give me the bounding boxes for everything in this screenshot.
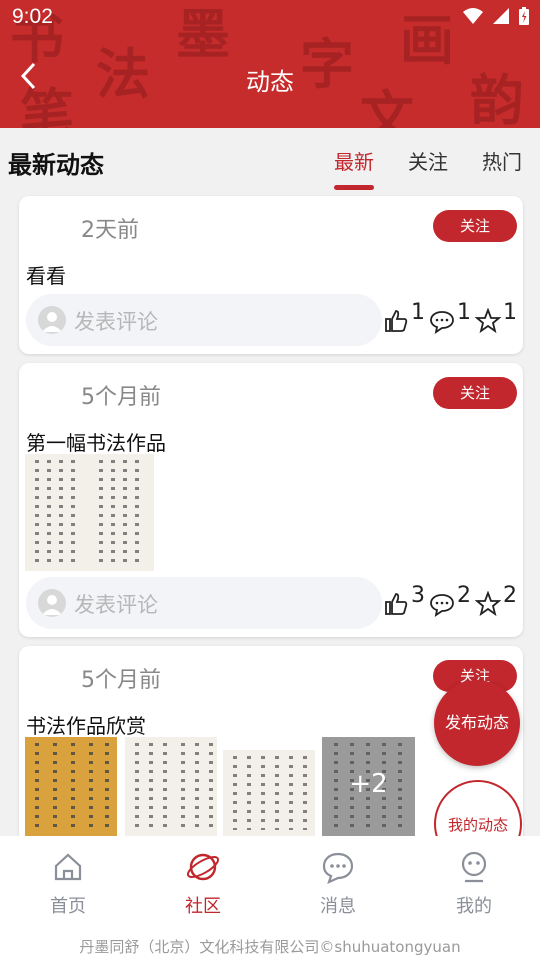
thumbs-up-icon bbox=[385, 593, 408, 615]
comment-icon bbox=[430, 594, 454, 617]
favorite-button[interactable]: 2 bbox=[475, 583, 517, 617]
post-image[interactable] bbox=[25, 737, 117, 837]
comment-button[interactable]: 1 bbox=[429, 300, 471, 334]
copyright-footer: 丹墨同舒（北京）文化科技有限公司©shuhuatongyuan bbox=[79, 938, 461, 956]
nav-profile[interactable]: 我的 bbox=[434, 850, 514, 918]
comment-input[interactable]: 发表评论 bbox=[26, 577, 382, 629]
post-image-more[interactable]: +2 bbox=[322, 737, 415, 837]
post-time: 2天前 bbox=[81, 218, 139, 243]
post-text: 第一幅书法作品 bbox=[26, 431, 166, 455]
star-icon bbox=[475, 308, 501, 334]
nav-messages-label: 消息 bbox=[320, 896, 356, 917]
comment-count: 1 bbox=[457, 300, 471, 325]
user-icon bbox=[42, 595, 62, 615]
comment-placeholder: 发表评论 bbox=[74, 310, 158, 334]
nav-home-label: 首页 bbox=[50, 896, 86, 917]
post-card[interactable]: 5个月前 关注 第一幅书法作品 发表评论 3 2 2 bbox=[19, 363, 523, 637]
avatar bbox=[38, 306, 66, 334]
status-time: 9:02 bbox=[12, 5, 53, 28]
like-count: 1 bbox=[411, 300, 425, 325]
tab-popular[interactable]: 热门 bbox=[482, 146, 522, 175]
nav-community[interactable]: 社区 bbox=[163, 850, 243, 918]
planet-icon bbox=[186, 853, 220, 881]
page-title: 动态 bbox=[246, 68, 294, 96]
wifi-icon bbox=[463, 8, 483, 24]
comment-count: 2 bbox=[457, 583, 471, 608]
post-button[interactable]: 发布动态 bbox=[434, 680, 520, 766]
post-text: 书法作品欣赏 bbox=[26, 714, 146, 738]
tab-latest[interactable]: 最新 bbox=[334, 146, 374, 190]
comment-icon bbox=[430, 311, 454, 334]
favorite-count: 2 bbox=[503, 583, 517, 608]
follow-button[interactable]: 关注 bbox=[433, 210, 517, 242]
status-bar: 9:02 bbox=[0, 0, 540, 36]
thumbs-up-icon bbox=[385, 310, 408, 332]
avatar bbox=[38, 589, 66, 617]
feed-tabs: 最新 关注 热门 bbox=[334, 146, 522, 190]
comment-input[interactable]: 发表评论 bbox=[26, 294, 382, 346]
post-time: 5个月前 bbox=[81, 668, 161, 693]
comment-button[interactable]: 2 bbox=[429, 583, 471, 617]
post-image[interactable] bbox=[125, 737, 217, 837]
signal-icon bbox=[493, 8, 509, 24]
post-text: 看看 bbox=[26, 264, 66, 288]
comment-placeholder: 发表评论 bbox=[74, 593, 158, 617]
home-icon bbox=[54, 853, 82, 881]
post-image[interactable] bbox=[223, 750, 315, 836]
star-icon bbox=[475, 591, 501, 617]
like-button[interactable]: 1 bbox=[383, 300, 425, 334]
post-time: 5个月前 bbox=[81, 385, 161, 410]
battery-icon bbox=[519, 7, 529, 25]
post-stats: 1 1 1 bbox=[383, 300, 517, 334]
user-icon bbox=[42, 312, 62, 332]
more-images-count: +2 bbox=[349, 769, 388, 799]
like-button[interactable]: 3 bbox=[383, 583, 425, 617]
post-stats: 3 2 2 bbox=[383, 583, 517, 617]
nav-home[interactable]: 首页 bbox=[28, 850, 108, 918]
like-count: 3 bbox=[411, 583, 425, 608]
profile-icon bbox=[461, 851, 487, 883]
nav-profile-label: 我的 bbox=[456, 896, 492, 917]
favorite-count: 1 bbox=[503, 300, 517, 325]
section-title: 最新动态 bbox=[8, 151, 104, 179]
follow-button[interactable]: 关注 bbox=[433, 377, 517, 409]
favorite-button[interactable]: 1 bbox=[475, 300, 517, 334]
nav-community-label: 社区 bbox=[185, 896, 221, 917]
header-banner: 书法 墨字 画韵 笔文 9:02 动态 bbox=[0, 0, 540, 128]
nav-messages[interactable]: 消息 bbox=[298, 850, 378, 918]
post-image[interactable] bbox=[25, 454, 154, 571]
post-card[interactable]: 2天前 关注 看看 发表评论 1 1 1 bbox=[19, 196, 523, 354]
tab-following[interactable]: 关注 bbox=[408, 146, 448, 175]
message-icon bbox=[322, 852, 354, 885]
